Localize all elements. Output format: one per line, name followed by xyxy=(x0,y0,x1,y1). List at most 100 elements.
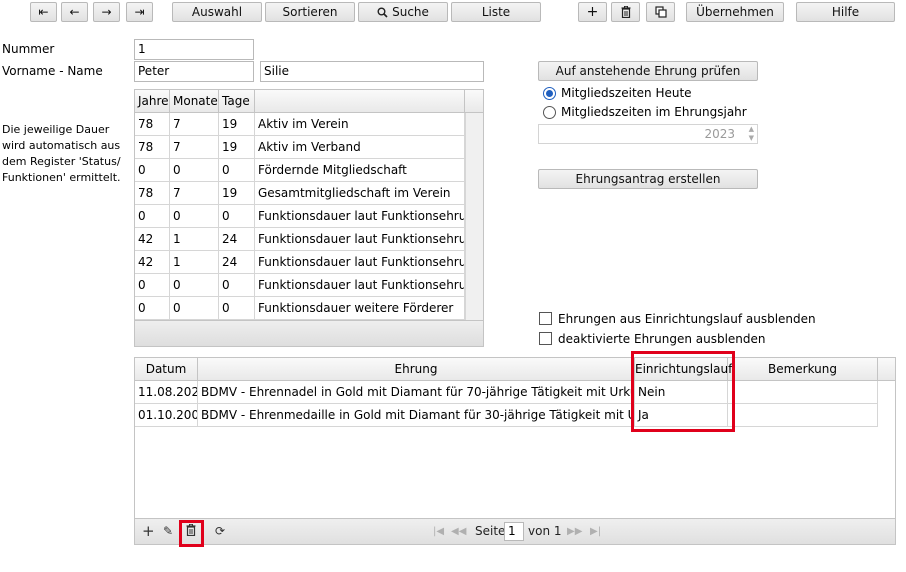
pager-prev-icon[interactable]: ◀◀ xyxy=(451,526,466,537)
hide-inactive-label: deaktivierte Ehrungen ausblenden xyxy=(558,332,766,346)
honor-cell[interactable]: 11.08.2023 xyxy=(135,381,198,404)
col-jahre[interactable]: Jahre xyxy=(135,90,170,113)
honor-cell[interactable] xyxy=(728,404,878,427)
nummer-input[interactable]: 1 xyxy=(134,39,254,60)
plus-icon: + xyxy=(586,4,599,20)
hilfe-button[interactable]: Hilfe xyxy=(796,2,895,22)
duration-cell: 0 xyxy=(219,159,255,182)
col-ehrung[interactable]: Ehrung xyxy=(198,358,635,381)
refresh-icon[interactable]: ⟳ xyxy=(215,524,225,538)
pager-first-icon[interactable]: |◀ xyxy=(433,526,444,537)
check-honor-button[interactable]: Auf anstehende Ehrung prüfen xyxy=(538,61,758,81)
duration-row[interactable]: 78 7 19 Gesamtmitgliedschaft im Verein xyxy=(135,182,465,205)
pager-of-label: von 1 xyxy=(528,524,562,538)
duration-cell: 7 xyxy=(170,182,219,205)
first-record-button[interactable]: ⇤ xyxy=(30,2,57,22)
last-icon: ⇥ xyxy=(134,5,145,19)
liste-button[interactable]: Liste xyxy=(451,2,541,22)
pager-page-label: Seite xyxy=(475,524,506,538)
pager-last-icon[interactable]: ▶| xyxy=(590,526,601,537)
highlight-einrichtungslauf-column xyxy=(631,351,735,432)
duration-cell: 7 xyxy=(170,113,219,136)
trash-icon xyxy=(621,6,630,18)
edit-pencil-icon[interactable]: ✎ xyxy=(163,524,173,538)
radio-honor-year-label: Mitgliedszeiten im Ehrungsjahr xyxy=(561,105,747,119)
duration-row[interactable]: 0 0 0 Funktionsdauer weitere Förderer xyxy=(135,297,465,320)
duration-row[interactable]: 42124Funktionsdauer laut Funktionsehrung… xyxy=(135,251,465,274)
create-application-button[interactable]: Ehrungsantrag erstellen xyxy=(538,169,758,189)
hide-inactive-checkbox[interactable] xyxy=(539,332,552,345)
radio-today[interactable] xyxy=(543,87,556,100)
suche-button[interactable]: Suche xyxy=(358,2,448,22)
duration-row[interactable]: 42124Funktionsdauer laut Funktionsehrung… xyxy=(135,228,465,251)
duration-cell: Funktionsdauer laut Funktionsehrung 4 xyxy=(255,274,465,297)
pager-next-icon[interactable]: ▶▶ xyxy=(567,526,582,537)
col-bezeichnung[interactable] xyxy=(255,90,465,113)
duration-cell: Aktiv im Verein xyxy=(255,113,465,136)
sortieren-label: Sortieren xyxy=(282,5,338,19)
auswahl-button[interactable]: Auswahl xyxy=(172,2,262,22)
duration-cell: 7 xyxy=(170,136,219,159)
duration-cell: Funktionsdauer laut Funktionsehrung 2 xyxy=(255,228,465,251)
duration-cell: Gesamtmitgliedschaft im Verein xyxy=(255,182,465,205)
previous-record-button[interactable]: ← xyxy=(61,2,88,22)
hilfe-label: Hilfe xyxy=(831,5,860,19)
durations-grid-header: Jahre Monate Tage xyxy=(135,90,483,113)
nachname-input[interactable]: Silie xyxy=(260,61,484,82)
duration-row[interactable]: 000Funktionsdauer laut Funktionsehrung 1 xyxy=(135,205,465,228)
duration-row[interactable]: 78 7 19 Aktiv im Verein xyxy=(135,113,465,136)
name-label: Vorname - Name xyxy=(2,64,103,78)
info-line: dem Register 'Status/ xyxy=(2,155,121,168)
duration-cell: 0 xyxy=(170,297,219,320)
duration-cell: 0 xyxy=(170,274,219,297)
auswahl-label: Auswahl xyxy=(191,5,243,19)
copy-record-button[interactable] xyxy=(646,2,675,22)
col-tage[interactable]: Tage xyxy=(219,90,255,113)
add-record-button[interactable]: + xyxy=(578,2,607,22)
duration-cell: 1 xyxy=(170,228,219,251)
duration-cell: 0 xyxy=(219,205,255,228)
vorname-input[interactable]: Peter xyxy=(134,61,254,82)
honor-cell[interactable]: BDMV - Ehrenmedaille in Gold mit Diamant… xyxy=(198,404,635,427)
info-line: wird automatisch aus xyxy=(2,139,121,152)
highlight-delete-button xyxy=(179,520,204,547)
duration-cell: 42 xyxy=(135,228,170,251)
uebernehmen-button[interactable]: Übernehmen xyxy=(686,2,784,22)
col-bemerkung[interactable]: Bemerkung xyxy=(728,358,878,381)
honor-cell[interactable]: 01.10.2005 xyxy=(135,404,198,427)
sortieren-button[interactable]: Sortieren xyxy=(265,2,355,22)
info-line: Die jeweilige Dauer xyxy=(2,123,110,136)
durations-grid-footer xyxy=(135,320,483,346)
search-icon xyxy=(377,7,388,18)
next-record-button[interactable]: → xyxy=(93,2,120,22)
create-application-label: Ehrungsantrag erstellen xyxy=(575,172,721,186)
delete-record-button[interactable] xyxy=(611,2,640,22)
radio-today-label: Mitgliedszeiten Heute xyxy=(561,86,692,100)
duration-row[interactable]: 000Funktionsdauer laut Funktionsehrung 4 xyxy=(135,274,465,297)
duration-cell: 0 xyxy=(135,274,170,297)
duration-cell: 78 xyxy=(135,136,170,159)
duration-row[interactable]: 78 7 19 Aktiv im Verband xyxy=(135,136,465,159)
durations-scrollbar[interactable] xyxy=(465,113,483,320)
copy-icon xyxy=(654,6,667,18)
honor-year-value: 2023 xyxy=(704,127,735,141)
duration-cell: 24 xyxy=(219,251,255,274)
first-icon: ⇤ xyxy=(38,5,49,19)
honor-cell[interactable] xyxy=(728,381,878,404)
spinner-arrows-icon[interactable]: ▲ ▼ xyxy=(749,125,754,143)
duration-cell: 0 xyxy=(135,297,170,320)
col-monate[interactable]: Monate xyxy=(170,90,219,113)
duration-cell: 0 xyxy=(135,205,170,228)
col-datum[interactable]: Datum xyxy=(135,358,198,381)
radio-honor-year[interactable] xyxy=(543,106,556,119)
pager-page-input[interactable]: 1 xyxy=(504,522,524,541)
last-record-button[interactable]: ⇥ xyxy=(126,2,153,22)
duration-cell: 0 xyxy=(170,205,219,228)
honor-year-spinner[interactable]: 2023 ▲ ▼ xyxy=(538,124,758,144)
duration-cell: Funktionsdauer laut Funktionsehrung 3 xyxy=(255,251,465,274)
duration-cell: Funktionsdauer laut Funktionsehrung 1 xyxy=(255,205,465,228)
duration-row[interactable]: 0 0 0 Fördernde Mitgliedschaft xyxy=(135,159,465,182)
add-honor-icon[interactable]: + xyxy=(142,522,155,540)
hide-setup-checkbox[interactable] xyxy=(539,312,552,325)
honor-cell[interactable]: BDMV - Ehrennadel in Gold mit Diamant fü… xyxy=(198,381,635,404)
